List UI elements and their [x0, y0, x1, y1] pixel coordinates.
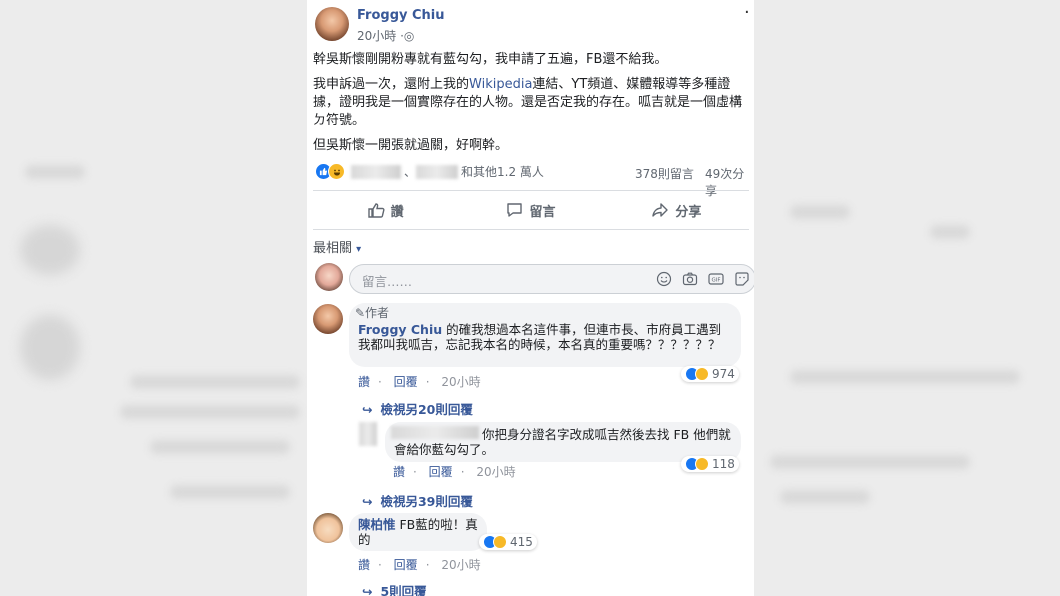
post-paragraph-3: 但吳斯懷一開張就過關，好啊幹。 — [313, 138, 509, 153]
haha-reaction-icon — [695, 367, 709, 381]
like-button[interactable]: 讚 — [313, 191, 458, 229]
comment-reactions[interactable]: 415 — [479, 534, 537, 550]
current-user-avatar — [315, 263, 343, 291]
chevron-down-icon: ▾ — [356, 244, 362, 255]
blurred-text — [130, 375, 300, 389]
blurred-text — [150, 440, 290, 454]
wikipedia-link[interactable]: Wikipedia — [469, 77, 532, 92]
reply-arrow-icon: ↪ — [362, 584, 373, 596]
comment-text: Froggy Chiu 的確我想過本名這件事，但連市長、市府員工遇到我都叫我呱吉… — [358, 322, 733, 352]
comment-placeholder: 留言…… — [362, 274, 413, 289]
comment-reactions[interactable]: 974 — [681, 366, 739, 382]
view-replies-label: 5則回覆 — [380, 584, 427, 596]
share-icon — [652, 203, 669, 217]
dot-separator: · — [378, 558, 382, 572]
blurred-text — [120, 405, 300, 419]
gif-icon: GIF — [708, 273, 724, 285]
haha-reaction-icon — [493, 535, 507, 549]
reply-reactions[interactable]: 118 — [681, 456, 739, 472]
blurred-text — [770, 455, 970, 469]
reaction-count: 974 — [712, 367, 735, 381]
sticker-icon — [735, 272, 749, 286]
sort-label: 最相關 — [313, 241, 353, 256]
reply-arrow-icon: ↪ — [362, 402, 373, 417]
reply-arrow-icon: ↪ — [362, 494, 373, 509]
reply-time[interactable]: 20小時 — [476, 465, 515, 479]
dot-separator: · — [378, 375, 382, 389]
view-replies-link[interactable]: ↪ 5則回覆 — [362, 581, 427, 596]
reaction-count: 118 — [712, 457, 735, 471]
post-paragraph-1: 幹吳斯懷剛開粉專就有藍勾勾，我申請了五遍，FB還不給我。 — [313, 52, 668, 67]
comment-author-avatar[interactable] — [313, 513, 343, 543]
globe-icon: ·◎ — [400, 29, 415, 43]
comment-author-avatar[interactable] — [313, 304, 343, 334]
comment-like-link[interactable]: 讚 — [358, 375, 370, 389]
comment-text: 陳柏惟 FB藍的啦！真的 — [358, 517, 483, 547]
post-time[interactable]: 20小時 — [357, 29, 396, 43]
facebook-post: Froggy Chiu 20小時 ·◎ · 幹吳斯懷剛開粉專就有藍勾勾，我申請了… — [307, 0, 754, 596]
reaction-count: 415 — [510, 535, 533, 549]
blurred-text — [25, 165, 85, 179]
thumbs-up-icon — [367, 203, 385, 218]
haha-reaction-icon — [695, 457, 709, 471]
haha-reaction-icon — [328, 163, 345, 180]
view-more-replies-link[interactable]: ↪ 檢視另39則回覆 — [362, 491, 473, 510]
comment-author-name[interactable]: 陳柏惟 — [358, 517, 396, 532]
share-label: 分享 — [675, 204, 702, 220]
camera-icon — [682, 272, 698, 286]
emoji-icon — [656, 271, 672, 287]
author-avatar[interactable] — [315, 7, 349, 41]
reply-like-link[interactable]: 讚 — [393, 465, 405, 479]
comment-label: 留言 — [529, 204, 556, 220]
comment-actions: 讚 · 回覆 · 20小時 — [358, 373, 489, 390]
comment-bubble: 陳柏惟 FB藍的啦！真的 — [349, 513, 487, 551]
paragraph-text: 我申訴過一次，還附上我的 — [313, 77, 470, 92]
dot-separator: · — [460, 465, 465, 479]
dot-separator: · — [413, 465, 417, 479]
comment-reply-link[interactable]: 回覆 — [394, 375, 418, 389]
blurred-username — [416, 164, 459, 179]
sort-comments-dropdown[interactable]: 最相關 ▾ — [313, 237, 361, 256]
blurred-text — [930, 225, 970, 239]
dot-separator: · — [425, 375, 430, 389]
post-options-icon[interactable]: · — [744, 2, 750, 23]
comment-bubble: ✎作者 Froggy Chiu 的確我想過本名這件事，但連市長、市府員工遇到我都… — [349, 303, 741, 367]
comment-reply-link[interactable]: 回覆 — [394, 558, 418, 572]
author-badge: ✎作者 — [355, 306, 390, 320]
blurred-text — [170, 485, 290, 499]
reply-actions: 讚 · 回覆 · 20小時 — [393, 463, 524, 480]
comment-author-name[interactable]: Froggy Chiu — [358, 322, 442, 337]
reaction-others-count[interactable]: 和其他1.2 萬人 — [461, 163, 544, 180]
comment-like-link[interactable]: 讚 — [358, 558, 370, 572]
comment-input[interactable]: 留言…… GIF — [349, 264, 754, 294]
comment-button[interactable]: 留言 — [458, 191, 603, 229]
comment-time[interactable]: 20小時 — [441, 375, 480, 389]
view-replies-link[interactable]: ↪ 檢視另20則回覆 — [362, 399, 473, 418]
post-paragraph-2: 我申訴過一次，還附上我的Wikipedia連結、YT頻道、媒體報導等多種證據，證… — [313, 76, 749, 130]
share-button[interactable]: 分享 — [604, 191, 749, 229]
blurred-text — [790, 205, 850, 219]
view-replies-label: 檢視另39則回覆 — [380, 494, 473, 509]
svg-text:GIF: GIF — [711, 278, 720, 284]
reply-text: 你把身分證名字改成呱吉然後去找 FB 他們就會給你藍勾勾了。 — [394, 427, 731, 457]
blurred-text — [790, 370, 1020, 384]
post-reaction-summary[interactable]: 、 和其他1.2 萬人 — [315, 163, 544, 180]
like-label: 讚 — [390, 204, 404, 220]
comment-icon — [507, 203, 523, 217]
comment-actions: 讚 · 回覆 · 20小時 — [358, 556, 489, 573]
view-replies-label: 檢視另20則回覆 — [380, 402, 473, 417]
reply-reply-link[interactable]: 回覆 — [429, 465, 453, 479]
reaction-separator: 、 — [404, 165, 417, 179]
blurred-avatar — [20, 225, 80, 275]
blurred-username — [351, 164, 401, 179]
comment-count[interactable]: 378則留言 — [635, 165, 694, 182]
comment-time[interactable]: 20小時 — [441, 558, 480, 572]
post-action-bar: 讚 留言 分享 — [313, 190, 749, 230]
blurred-avatar — [20, 315, 80, 380]
author-name[interactable]: Froggy Chiu — [357, 8, 445, 23]
dot-separator: · — [425, 558, 430, 572]
post-timestamp[interactable]: 20小時 ·◎ — [357, 27, 414, 44]
blurred-reply-avatar — [359, 422, 377, 446]
blurred-text — [780, 490, 870, 504]
